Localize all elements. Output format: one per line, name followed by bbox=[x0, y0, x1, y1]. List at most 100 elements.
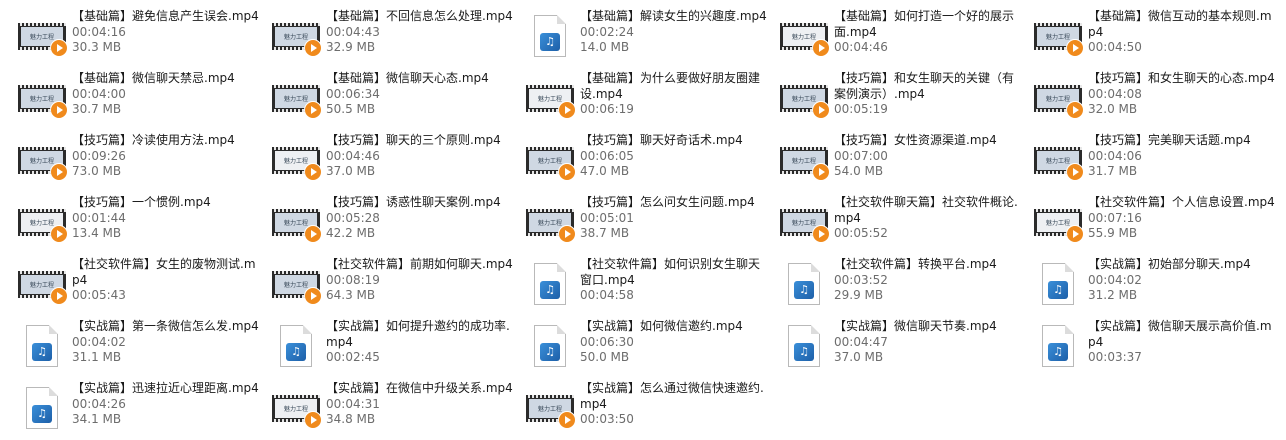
file-grid: 魅力工程 【基础篇】避免信息产生误会.mp4 00:04:16 30.3 MB 魅力工程… bbox=[14, 6, 1284, 440]
file-name: 【技巧篇】冷读使用方法.mp4 bbox=[72, 133, 235, 147]
file-info: 【社交软件聊天篇】社交软件概论.mp4 00:05:52 bbox=[834, 195, 1030, 242]
file-name: 【技巧篇】和女生聊天的关键（有案例演示）.mp4 bbox=[834, 71, 1015, 101]
file-duration: 00:04:43 bbox=[326, 24, 380, 39]
file-info: 【技巧篇】聊天的三个原则.mp4 00:04:46 37.0 MB bbox=[326, 133, 522, 180]
file-item[interactable]: 魅力工程 【基础篇】如何打造一个好的展示面.mp4 00:04:46 bbox=[776, 6, 1030, 68]
file-item[interactable]: 魅力工程 【技巧篇】聊天好奇话术.mp4 00:06:05 47.0 MB bbox=[522, 130, 776, 192]
file-item[interactable]: 魅力工程 【技巧篇】诱惑性聊天案例.mp4 00:05:28 42.2 MB bbox=[268, 192, 522, 254]
file-duration: 00:05:19 bbox=[834, 102, 888, 116]
media-file-icon: ♫ bbox=[1030, 257, 1086, 313]
file-row: ♫ 【实战篇】迅速拉近心理距离.mp4 00:04:26 34.1 MB 魅力工程 【实战… bbox=[14, 378, 1284, 440]
file-name: 【实战篇】第一条微信怎么发.mp4 bbox=[72, 319, 259, 333]
file-item[interactable]: ♫ 【基础篇】解读女生的兴趣度.mp4 00:02:24 14.0 MB bbox=[522, 6, 776, 68]
play-icon bbox=[812, 39, 830, 57]
file-item[interactable]: 魅力工程 【技巧篇】怎么问女生问题.mp4 00:05:01 38.7 MB bbox=[522, 192, 776, 254]
file-duration: 00:06:30 bbox=[580, 334, 634, 349]
video-thumbnail-icon: 魅力工程 bbox=[522, 133, 578, 189]
file-duration: 00:06:19 bbox=[580, 102, 634, 116]
play-icon bbox=[1066, 39, 1084, 57]
video-thumbnail-icon: 魅力工程 bbox=[268, 9, 324, 65]
video-thumbnail-icon: 魅力工程 bbox=[522, 71, 578, 127]
file-duration: 00:04:26 bbox=[72, 396, 126, 411]
file-item[interactable]: 魅力工程 【基础篇】为什么要做好朋友圈建设.mp4 00:06:19 bbox=[522, 68, 776, 130]
file-item[interactable]: 魅力工程 【技巧篇】聊天的三个原则.mp4 00:04:46 37.0 MB bbox=[268, 130, 522, 192]
file-item[interactable]: 魅力工程 【实战篇】在微信中升级关系.mp4 00:04:31 34.8 MB bbox=[268, 378, 522, 440]
video-thumbnail-icon: 魅力工程 bbox=[776, 133, 832, 189]
file-info: 【技巧篇】聊天好奇话术.mp4 00:06:05 47.0 MB bbox=[580, 133, 776, 180]
file-item[interactable]: ♫ 【社交软件篇】转换平台.mp4 00:03:52 29.9 MB bbox=[776, 254, 1030, 316]
file-item[interactable]: ♫ 【实战篇】初始部分聊天.mp4 00:04:02 31.2 MB bbox=[1030, 254, 1284, 316]
file-item[interactable]: 魅力工程 【基础篇】微信互动的基本规则.mp4 00:04:50 bbox=[1030, 6, 1284, 68]
file-row: 魅力工程 【社交软件篇】女生的废物测试.mp4 00:05:43 魅力工程 【社交软件篇… bbox=[14, 254, 1284, 316]
file-item[interactable]: 魅力工程 【技巧篇】女性资源渠道.mp4 00:07:00 54.0 MB bbox=[776, 130, 1030, 192]
music-note-icon: ♫ bbox=[540, 343, 560, 361]
play-icon bbox=[304, 287, 322, 305]
media-file-icon: ♫ bbox=[1030, 319, 1086, 375]
file-item[interactable]: ♫ 【实战篇】微信聊天节奏.mp4 00:04:47 37.0 MB bbox=[776, 316, 1030, 378]
file-item[interactable]: 魅力工程 【社交软件篇】女生的废物测试.mp4 00:05:43 bbox=[14, 254, 268, 316]
media-file-icon: ♫ bbox=[522, 257, 578, 313]
file-item[interactable]: 魅力工程 【基础篇】微信聊天心态.mp4 00:06:34 50.5 MB bbox=[268, 68, 522, 130]
play-icon bbox=[304, 163, 322, 181]
music-note-icon: ♫ bbox=[1048, 343, 1068, 361]
file-item[interactable]: 魅力工程 【技巧篇】和女生聊天的关键（有案例演示）.mp4 00:05:19 bbox=[776, 68, 1030, 130]
file-size: 54.0 MB bbox=[834, 164, 884, 178]
music-note-icon: ♫ bbox=[32, 405, 52, 423]
file-item[interactable]: 魅力工程 【技巧篇】完美聊天话题.mp4 00:04:06 31.7 MB bbox=[1030, 130, 1284, 192]
file-item[interactable]: 魅力工程 【基础篇】避免信息产生误会.mp4 00:04:16 30.3 MB bbox=[14, 6, 268, 68]
file-duration: 00:04:06 bbox=[1088, 148, 1142, 163]
file-duration: 00:04:02 bbox=[72, 334, 126, 349]
file-item[interactable]: 魅力工程 【技巧篇】冷读使用方法.mp4 00:09:26 73.0 MB bbox=[14, 130, 268, 192]
file-item[interactable]: ♫ 【实战篇】微信聊天展示高价值.mp4 00:03:37 bbox=[1030, 316, 1284, 378]
file-name: 【技巧篇】诱惑性聊天案例.mp4 bbox=[326, 195, 501, 209]
file-item[interactable]: 魅力工程 【基础篇】不回信息怎么处理.mp4 00:04:43 32.9 MB bbox=[268, 6, 522, 68]
file-info: 【基础篇】为什么要做好朋友圈建设.mp4 00:06:19 bbox=[580, 71, 776, 118]
file-name: 【实战篇】微信聊天展示高价值.mp4 bbox=[1088, 319, 1272, 349]
music-note-icon: ♫ bbox=[540, 281, 560, 299]
file-name: 【实战篇】微信聊天节奏.mp4 bbox=[834, 319, 997, 333]
file-duration: 00:05:28 bbox=[326, 210, 380, 225]
video-thumbnail-icon: 魅力工程 bbox=[776, 9, 832, 65]
file-duration: 00:08:19 bbox=[326, 272, 380, 287]
file-item[interactable]: ♫ 【实战篇】迅速拉近心理距离.mp4 00:04:26 34.1 MB bbox=[14, 378, 268, 440]
video-thumbnail-icon: 魅力工程 bbox=[14, 133, 70, 189]
file-duration: 00:02:45 bbox=[326, 350, 380, 364]
file-item[interactable]: ♫ 【实战篇】第一条微信怎么发.mp4 00:04:02 31.1 MB bbox=[14, 316, 268, 378]
file-item[interactable]: ♫ 【社交软件篇】如何识别女生聊天窗口.mp4 00:04:58 bbox=[522, 254, 776, 316]
file-info: 【技巧篇】怎么问女生问题.mp4 00:05:01 38.7 MB bbox=[580, 195, 776, 242]
media-file-icon: ♫ bbox=[522, 319, 578, 375]
file-item[interactable]: 魅力工程 【实战篇】怎么通过微信快速邀约.mp4 00:03:50 bbox=[522, 378, 776, 440]
file-item[interactable]: 魅力工程 【社交软件聊天篇】社交软件概论.mp4 00:05:52 bbox=[776, 192, 1030, 254]
file-duration: 00:01:44 bbox=[72, 210, 126, 225]
play-icon bbox=[50, 225, 68, 243]
file-duration: 00:02:24 bbox=[580, 24, 634, 39]
media-file-icon: ♫ bbox=[522, 9, 578, 65]
file-duration: 00:05:52 bbox=[834, 226, 888, 240]
file-info: 【技巧篇】女性资源渠道.mp4 00:07:00 54.0 MB bbox=[834, 133, 1030, 180]
file-info: 【实战篇】怎么通过微信快速邀约.mp4 00:03:50 bbox=[580, 381, 776, 428]
file-size: 64.3 MB bbox=[326, 288, 376, 302]
file-size: 55.9 MB bbox=[1088, 226, 1138, 240]
file-item[interactable]: 魅力工程 【社交软件篇】前期如何聊天.mp4 00:08:19 64.3 MB bbox=[268, 254, 522, 316]
video-thumbnail-icon: 魅力工程 bbox=[268, 71, 324, 127]
file-info: 【实战篇】如何提升邀约的成功率.mp4 00:02:45 bbox=[326, 319, 522, 366]
play-icon bbox=[304, 101, 322, 119]
file-item[interactable]: ♫ 【实战篇】如何微信邀约.mp4 00:06:30 50.0 MB bbox=[522, 316, 776, 378]
file-item[interactable]: 魅力工程 【社交软件篇】个人信息设置.mp4 00:07:16 55.9 MB bbox=[1030, 192, 1284, 254]
file-info: 【实战篇】初始部分聊天.mp4 00:04:02 31.2 MB bbox=[1088, 257, 1284, 304]
file-name: 【技巧篇】女性资源渠道.mp4 bbox=[834, 133, 997, 147]
file-name: 【社交软件篇】转换平台.mp4 bbox=[834, 257, 997, 271]
file-size: 73.0 MB bbox=[72, 164, 122, 178]
file-item[interactable]: 魅力工程 【基础篇】微信聊天禁忌.mp4 00:04:00 30.7 MB bbox=[14, 68, 268, 130]
file-item[interactable]: ♫ 【实战篇】如何提升邀约的成功率.mp4 00:02:45 bbox=[268, 316, 522, 378]
play-icon bbox=[50, 287, 68, 305]
file-item[interactable]: 魅力工程 【技巧篇】一个惯例.mp4 00:01:44 13.4 MB bbox=[14, 192, 268, 254]
file-item[interactable]: 魅力工程 【技巧篇】和女生聊天的心态.mp4 00:04:08 32.0 MB bbox=[1030, 68, 1284, 130]
file-name: 【技巧篇】聊天的三个原则.mp4 bbox=[326, 133, 501, 147]
file-info: 【社交软件篇】女生的废物测试.mp4 00:05:43 bbox=[72, 257, 268, 304]
play-icon bbox=[812, 101, 830, 119]
file-info: 【实战篇】如何微信邀约.mp4 00:06:30 50.0 MB bbox=[580, 319, 776, 366]
play-icon bbox=[50, 163, 68, 181]
file-duration: 00:04:50 bbox=[1088, 40, 1142, 54]
play-icon bbox=[304, 225, 322, 243]
